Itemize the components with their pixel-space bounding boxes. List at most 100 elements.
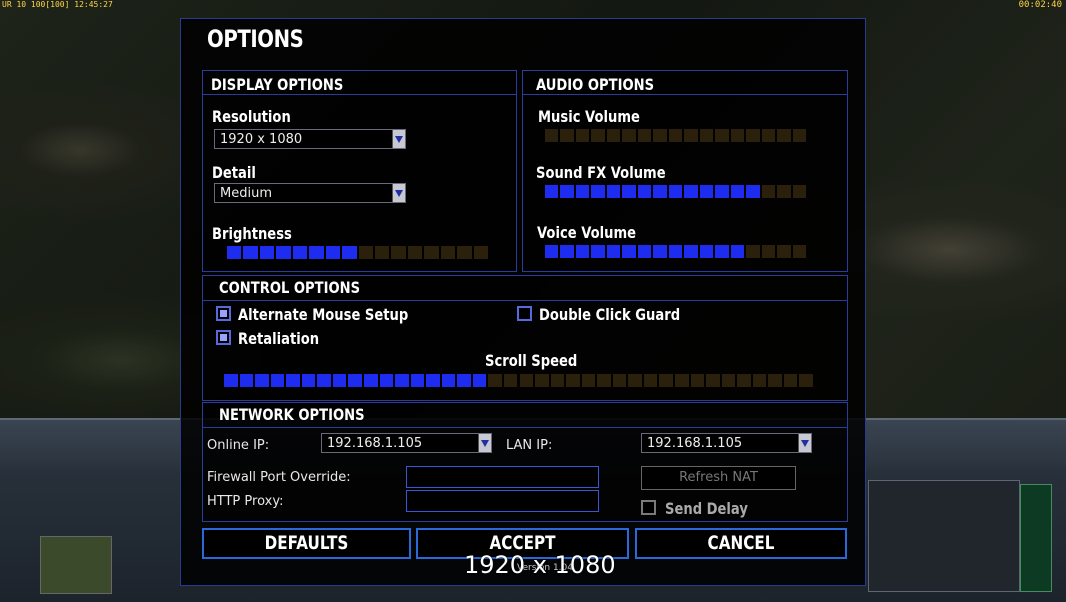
slider-segment[interactable] [309,246,324,259]
slider-segment[interactable] [441,374,456,387]
slider-segment[interactable] [227,246,242,259]
slider-segment[interactable] [363,374,378,387]
scroll-speed-slider[interactable] [224,374,815,387]
slider-segment[interactable] [566,374,580,387]
slider-segment[interactable] [606,245,621,258]
slider-segment[interactable] [560,245,574,258]
minimap[interactable] [40,536,112,594]
slider-segment[interactable] [668,245,683,258]
slider-segment[interactable] [560,129,574,142]
slider-segment[interactable] [653,185,667,198]
slider-segment[interactable] [746,245,760,258]
slider-segment[interactable] [622,129,636,142]
slider-segment[interactable] [777,185,791,198]
slider-segment[interactable] [286,374,300,387]
slider-segment[interactable] [737,374,751,387]
slider-segment[interactable] [792,129,806,142]
slider-segment[interactable] [374,246,390,259]
slider-segment[interactable] [591,245,605,258]
slider-segment[interactable] [488,374,502,387]
slider-segment[interactable] [690,374,705,387]
detail-dropdown[interactable]: Medium [214,183,406,203]
slider-segment[interactable] [606,185,621,198]
slider-segment[interactable] [637,245,652,258]
chevron-down-icon[interactable] [392,130,405,148]
slider-segment[interactable] [606,129,621,142]
lan-ip-dropdown[interactable]: 192.168.1.105 [641,433,812,453]
slider-segment[interactable] [730,129,745,142]
slider-segment[interactable] [325,246,341,259]
slider-segment[interactable] [395,374,409,387]
slider-segment[interactable] [668,185,683,198]
slider-segment[interactable] [255,374,269,387]
slider-segment[interactable] [342,246,357,259]
slider-segment[interactable] [653,129,667,142]
slider-segment[interactable] [783,374,798,387]
slider-segment[interactable] [224,374,238,387]
slider-segment[interactable] [792,185,806,198]
slider-segment[interactable] [777,129,791,142]
slider-segment[interactable] [591,129,605,142]
retaliation-checkbox[interactable] [216,330,231,345]
slider-segment[interactable] [668,129,683,142]
defaults-button[interactable]: DEFAULTS [202,528,411,559]
slider-segment[interactable] [628,374,642,387]
send-delay-checkbox[interactable] [641,500,656,515]
slider-segment[interactable] [777,245,791,258]
slider-segment[interactable] [519,374,534,387]
slider-segment[interactable] [503,374,518,387]
cancel-button[interactable]: CANCEL [635,528,847,559]
slider-segment[interactable] [622,245,636,258]
music-volume-slider[interactable] [545,129,808,142]
slider-segment[interactable] [761,185,776,198]
slider-segment[interactable] [292,246,308,259]
slider-segment[interactable] [426,374,440,387]
slider-segment[interactable] [715,185,729,198]
alternate-mouse-checkbox[interactable] [216,306,231,321]
slider-segment[interactable] [622,185,636,198]
slider-segment[interactable] [659,374,674,387]
slider-segment[interactable] [715,129,729,142]
slider-segment[interactable] [746,129,760,142]
slider-segment[interactable] [575,129,590,142]
slider-segment[interactable] [715,245,729,258]
slider-segment[interactable] [276,246,291,259]
slider-segment[interactable] [317,374,331,387]
slider-segment[interactable] [612,374,627,387]
slider-segment[interactable] [699,129,714,142]
slider-segment[interactable] [259,246,275,259]
slider-segment[interactable] [424,246,439,259]
slider-segment[interactable] [239,374,254,387]
slider-segment[interactable] [752,374,767,387]
slider-segment[interactable] [799,374,813,387]
slider-segment[interactable] [653,245,667,258]
slider-segment[interactable] [637,185,652,198]
slider-segment[interactable] [440,246,456,259]
slider-segment[interactable] [746,185,760,198]
http-proxy-input[interactable] [406,490,599,512]
slider-segment[interactable] [410,374,425,387]
slider-segment[interactable] [545,129,559,142]
slider-segment[interactable] [473,246,488,259]
slider-segment[interactable] [575,245,590,258]
slider-segment[interactable] [761,129,776,142]
slider-segment[interactable] [699,245,714,258]
slider-segment[interactable] [379,374,394,387]
slider-segment[interactable] [358,246,373,259]
brightness-slider[interactable] [227,246,490,259]
slider-segment[interactable] [637,129,652,142]
slider-segment[interactable] [457,246,472,259]
slider-segment[interactable] [301,374,316,387]
slider-segment[interactable] [684,129,698,142]
slider-segment[interactable] [545,185,559,198]
chevron-down-icon[interactable] [478,434,491,452]
slider-segment[interactable] [332,374,347,387]
voice-volume-slider[interactable] [545,245,808,258]
slider-segment[interactable] [706,374,720,387]
slider-segment[interactable] [581,374,596,387]
slider-segment[interactable] [545,245,559,258]
chevron-down-icon[interactable] [392,184,405,202]
slider-segment[interactable] [643,374,658,387]
slider-segment[interactable] [591,185,605,198]
slider-segment[interactable] [792,245,806,258]
